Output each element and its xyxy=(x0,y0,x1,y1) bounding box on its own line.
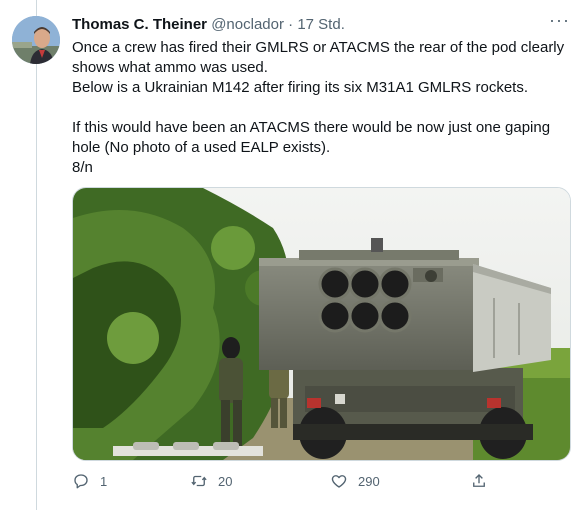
tweet-text-line: Below is a Ukrainian M142 after firing i… xyxy=(72,79,528,96)
reply-count: 1 xyxy=(100,473,108,489)
share-button[interactable] xyxy=(470,470,488,492)
tweet-header: Thomas C. Theiner @noclador · 17 Std. xyxy=(72,14,568,36)
tweet-text-line: Once a crew has fired their GMLRS or ATA… xyxy=(72,39,565,56)
share-icon xyxy=(473,474,485,487)
tweet-text-line: If this would have been an ATACMS there … xyxy=(72,119,551,136)
tweet-text-line: hole (No photo of a used EALP exists). xyxy=(72,139,331,156)
tweet-photo[interactable] xyxy=(72,187,571,461)
reply-icon xyxy=(74,474,88,489)
like-icon xyxy=(331,475,347,488)
timestamp[interactable]: 17 Std. xyxy=(297,16,345,33)
tweet-text: Once a crew has fired their GMLRS or ATA… xyxy=(72,38,572,178)
retweet-icon xyxy=(191,475,207,487)
like-count: 290 xyxy=(358,473,380,489)
tweet-text-line: 8/n xyxy=(72,159,93,176)
reply-button[interactable]: 1 xyxy=(72,470,107,492)
author-name[interactable]: Thomas C. Theiner xyxy=(72,16,207,33)
retweet-button[interactable]: 20 xyxy=(190,470,232,492)
more-icon[interactable]: ··· xyxy=(549,10,570,31)
avatar-image xyxy=(12,16,60,64)
tweet[interactable]: Thomas C. Theiner @noclador · 17 Std. ··… xyxy=(0,0,582,510)
action-bar: 1 20 290 xyxy=(72,470,532,492)
author-handle[interactable]: @noclador xyxy=(211,16,284,33)
tweet-text-line: shows what ammo was used. xyxy=(72,59,268,76)
avatar[interactable] xyxy=(12,16,60,64)
launcher-photo xyxy=(73,188,570,460)
like-button[interactable]: 290 xyxy=(330,470,380,492)
retweet-count: 20 xyxy=(218,473,233,489)
thread-line xyxy=(36,0,37,510)
separator-dot: · xyxy=(288,16,294,33)
